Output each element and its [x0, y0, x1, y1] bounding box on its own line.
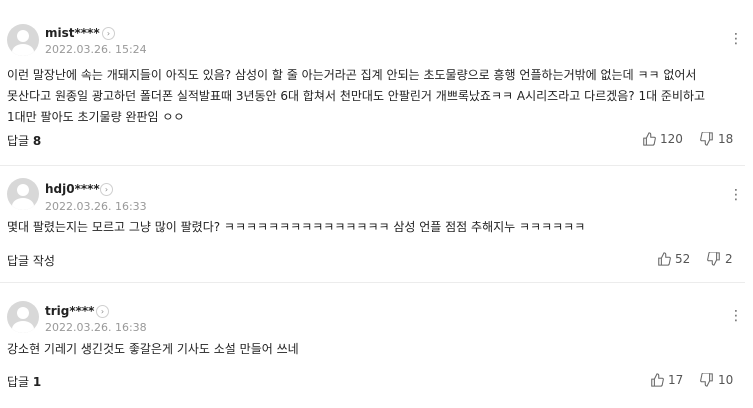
reply-label: 답글	[7, 134, 30, 148]
comment-text: 강소현 기레기 생긴것도 좋갈은게 기사도 소설 만들어 쓰네	[7, 342, 299, 356]
comment-nickname[interactable]: mist****	[45, 26, 100, 40]
dislike-count: 10	[718, 373, 734, 387]
dislike-button[interactable]: 2	[707, 252, 733, 266]
comment-text: 이런 말장난에 속는 개돼지들이 아직도 있음? 삼성이 할 줄 아는거라곤 집…	[7, 68, 706, 124]
thumbs-down-icon	[700, 373, 713, 387]
avatar[interactable]	[7, 301, 39, 333]
dislike-count: 2	[725, 252, 733, 266]
profile-link-icon[interactable]: ›	[102, 27, 115, 40]
avatar[interactable]	[7, 24, 39, 56]
reply-button[interactable]: 답글 8	[7, 132, 41, 149]
profile-link-icon[interactable]: ›	[96, 305, 109, 318]
like-count: 17	[668, 373, 684, 387]
like-button[interactable]: 17	[650, 373, 683, 387]
like-count: 120	[660, 132, 683, 146]
comment-nickname[interactable]: hdj0****	[45, 182, 100, 196]
reply-button[interactable]: 답글 1	[7, 373, 41, 390]
dislike-count: 18	[718, 132, 734, 146]
thumbs-down-icon	[707, 252, 720, 266]
like-count: 52	[675, 252, 691, 266]
more-vertical-icon[interactable]: ⋮	[729, 32, 743, 46]
comment-date: 2022.03.26. 16:38	[45, 321, 147, 334]
dislike-button[interactable]: 18	[700, 132, 733, 146]
comment-date: 2022.03.26. 15:24	[45, 43, 147, 56]
more-vertical-icon[interactable]: ⋮	[729, 188, 743, 202]
reply-label: 답글 작성	[7, 254, 55, 268]
profile-link-icon[interactable]: ›	[100, 183, 113, 196]
thumbs-up-icon	[658, 252, 671, 266]
reply-count: 8	[32, 134, 42, 148]
more-vertical-icon[interactable]: ⋮	[729, 309, 743, 323]
like-button[interactable]: 120	[642, 132, 683, 146]
reply-label: 답글	[7, 375, 30, 389]
comment-nickname[interactable]: trig****	[45, 304, 94, 318]
reply-button[interactable]: 답글 작성	[7, 252, 55, 269]
reply-count: 1	[32, 375, 42, 389]
comment-text: 몇대 팔렸는지는 모르고 그냥 많이 팔렸다? ㅋㅋㅋㅋㅋㅋㅋㅋㅋㅋㅋㅋㅋㅋㅋ …	[7, 220, 586, 234]
like-button[interactable]: 52	[657, 252, 690, 266]
thumbs-up-icon	[643, 132, 656, 146]
comment-item: trig**** › 2022.03.26. 16:38 ⋮ 강소현 기레기 생…	[0, 283, 745, 408]
dislike-button[interactable]: 10	[700, 373, 733, 387]
avatar[interactable]	[7, 178, 39, 210]
thumbs-down-icon	[700, 132, 713, 146]
comment-item: hdj0**** › 2022.03.26. 16:33 ⋮ 몇대 팔렸는지는 …	[0, 166, 745, 282]
comment-item: mist**** › 2022.03.26. 15:24 ⋮ 이런 말장난에 속…	[0, 0, 745, 165]
thumbs-up-icon	[651, 373, 664, 387]
comment-date: 2022.03.26. 16:33	[45, 200, 147, 213]
